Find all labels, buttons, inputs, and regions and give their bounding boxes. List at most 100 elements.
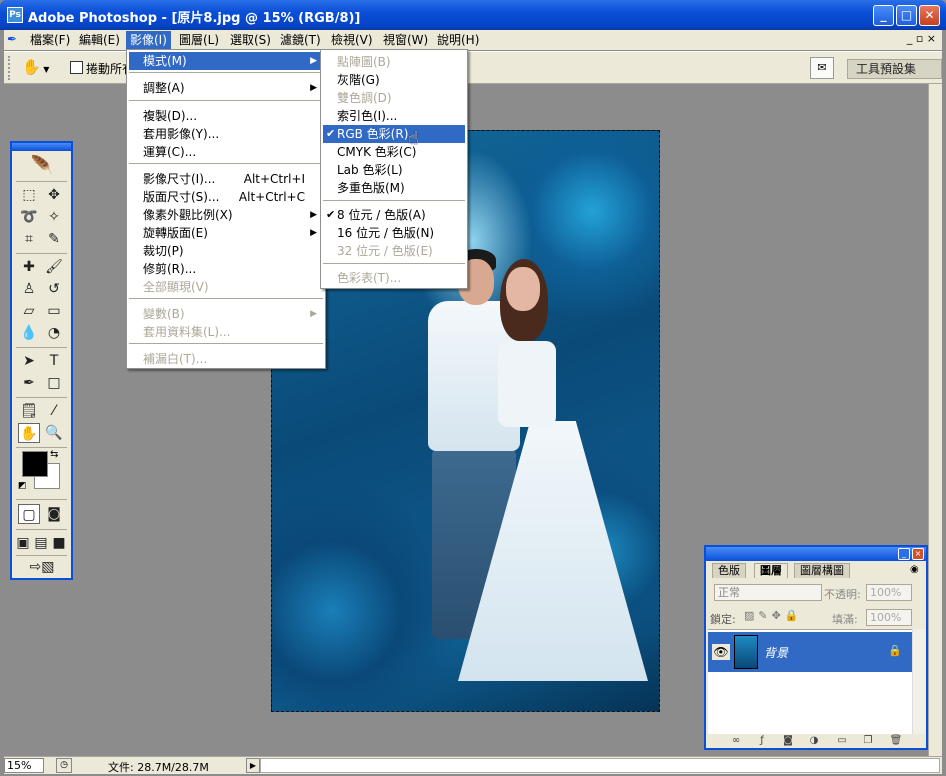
hand-icon[interactable]: ✋ ▼ (22, 58, 56, 78)
shape-tool-icon[interactable]: □ (43, 373, 65, 393)
tool-preset-picker-icon[interactable]: ✉ (810, 57, 834, 79)
swap-colors-icon[interactable]: ⇆ (50, 449, 58, 460)
dodge-tool-icon[interactable]: ◔ (43, 323, 65, 343)
history-brush-icon[interactable]: ↺ (43, 279, 65, 299)
screen-mode-full-icon[interactable]: ■ (50, 533, 68, 553)
panel-menu-icon[interactable]: ◉ (910, 564, 919, 575)
menu-item-trim[interactable]: 修剪(R)... (129, 260, 323, 278)
menu-item-variables[interactable]: 變數(B) ▶ (129, 305, 323, 323)
menu-item-reveal-all[interactable]: 全部顯現(V) (129, 278, 323, 296)
eyedropper-icon[interactable]: ⁄ (43, 401, 65, 421)
menu-layer[interactable]: 圖層(L) (175, 31, 223, 49)
menu-file[interactable]: 檔案(F) (26, 31, 74, 49)
eye-icon[interactable]: 👁 (712, 644, 730, 660)
menu-item-rotate-canvas[interactable]: 旋轉版面(E) ▶ (129, 224, 323, 242)
crop-tool-icon[interactable]: ⌗ (18, 229, 40, 249)
close-button[interactable]: ✕ (919, 5, 940, 26)
mode-grayscale[interactable]: 灰階(G) (323, 71, 465, 89)
menu-window[interactable]: 視窗(W) (379, 31, 432, 49)
mask-icon[interactable]: ◙ (780, 735, 796, 746)
menu-item-canvas-size[interactable]: 版面尺寸(S)... Alt+Ctrl+C (129, 188, 323, 206)
foreground-color-swatch[interactable] (22, 451, 48, 477)
move-tool-icon[interactable]: ✥ (43, 185, 65, 205)
tab-channels[interactable]: 色版 (712, 563, 746, 578)
toolbox-title-bar[interactable] (12, 143, 71, 151)
menu-edit[interactable]: 編輯(E) (75, 31, 124, 49)
zoom-tool-icon[interactable]: 🔍 (43, 423, 65, 443)
blur-tool-icon[interactable]: 💧 (18, 323, 40, 343)
adjustment-icon[interactable]: ◑ (806, 735, 822, 746)
lock-options-icons[interactable]: ▨✎✥🔒 (744, 609, 803, 622)
menu-item-duplicate[interactable]: 複製(D)... (129, 107, 323, 125)
menu-help[interactable]: 說明(H) (433, 31, 483, 49)
panel-close-button[interactable]: × (912, 548, 924, 560)
zoom-field[interactable]: 15% (4, 758, 44, 773)
default-colors-icon[interactable]: ◩ (18, 481, 27, 491)
menu-item-mode[interactable]: 模式(M) ▶ (129, 52, 323, 70)
feather-logo-icon[interactable]: 🪶 (20, 155, 64, 177)
mode-multichannel[interactable]: 多重色版(M) (323, 179, 465, 197)
opacity-field[interactable]: 100% (866, 584, 912, 601)
menu-item-crop[interactable]: 裁切(P) (129, 242, 323, 260)
mode-indexed-color[interactable]: 索引色(I)... (323, 107, 465, 125)
type-tool-icon[interactable]: T (43, 351, 65, 371)
brush-tool-icon[interactable]: 🖌 (43, 257, 65, 277)
minimize-button[interactable]: _ (873, 5, 894, 26)
pen-tool-icon[interactable]: ✒ (18, 373, 40, 393)
clone-stamp-icon[interactable]: ♙ (18, 279, 40, 299)
status-menu-arrow-icon[interactable]: ▶ (246, 758, 260, 773)
healing-brush-icon[interactable]: ✚ (18, 257, 40, 277)
mode-lab-color[interactable]: Lab 色彩(L) (323, 161, 465, 179)
menu-item-pixel-aspect-ratio[interactable]: 像素外觀比例(X) ▶ (129, 206, 323, 224)
slice-tool-icon[interactable]: ✎ (43, 229, 65, 249)
quick-mask-icon[interactable]: ◙ (43, 504, 65, 524)
mode-cmyk-color[interactable]: CMYK 色彩(C) (323, 143, 465, 161)
menu-item-apply-image[interactable]: 套用影像(Y)... (129, 125, 323, 143)
menu-view[interactable]: 檢視(V) (327, 31, 377, 49)
marquee-tool-icon[interactable]: ⬚ (18, 185, 40, 205)
notes-tool-icon[interactable]: 🗒 (18, 401, 40, 421)
menu-item-apply-data-set[interactable]: 套用資料集(L)... (129, 323, 323, 341)
tool-presets-tab[interactable]: 工具預設集 (847, 59, 942, 79)
menu-item-image-size[interactable]: 影像尺寸(I)... Alt+Ctrl+I (129, 170, 323, 188)
tab-layer-comps[interactable]: 圖層構圖 (794, 563, 850, 578)
menu-filter[interactable]: 濾鏡(T) (276, 31, 325, 49)
mode-16-bit[interactable]: 16 位元 / 色版(N) (323, 224, 465, 242)
status-info-icon[interactable]: ◷ (56, 758, 72, 773)
mode-bitmap[interactable]: 點陣圖(B) (323, 53, 465, 71)
scroll-all-windows-checkbox[interactable] (70, 61, 83, 74)
mode-color-table[interactable]: 色彩表(T)... (323, 269, 465, 287)
tab-layers[interactable]: 圖層 (754, 563, 788, 578)
standard-mode-icon[interactable]: ▢ (18, 504, 40, 524)
lasso-tool-icon[interactable]: ➰ (18, 207, 40, 227)
menu-item-adjustments[interactable]: 調整(A) ▶ (129, 79, 323, 97)
layer-row-background[interactable]: 👁 背景 🔒 (708, 632, 912, 672)
fill-field[interactable]: 100% (866, 609, 912, 626)
mode-8-bit[interactable]: ✔ 8 位元 / 色版(A) (323, 206, 465, 224)
horizontal-scrollbar[interactable] (260, 758, 940, 773)
menu-select[interactable]: 選取(S) (226, 31, 275, 49)
document-window-controls[interactable]: _ ▫ × (907, 32, 936, 45)
layers-panel-title-bar[interactable]: _ × (706, 547, 926, 561)
trash-icon[interactable]: 🗑 (888, 735, 904, 746)
gradient-tool-icon[interactable]: ▭ (43, 301, 65, 321)
hand-tool-icon[interactable]: ✋ (18, 423, 40, 443)
fx-icon[interactable]: ƒ (754, 735, 770, 746)
panel-minimize-button[interactable]: _ (898, 548, 910, 560)
menu-image[interactable]: 影像(I) (126, 31, 171, 49)
mode-rgb-color[interactable]: ✔ RGB 色彩(R) (323, 125, 465, 143)
layer-list-scrollbar[interactable] (912, 629, 926, 734)
photoshop-feather-icon[interactable]: ✒ (7, 32, 17, 46)
layer-name[interactable]: 背景 (764, 644, 788, 661)
folder-icon[interactable]: ▭ (834, 735, 850, 746)
new-layer-icon[interactable]: ❐ (860, 735, 876, 746)
jump-to-imageready-icon[interactable]: ⇨▧ (26, 557, 58, 577)
options-grip[interactable] (8, 56, 12, 80)
menu-item-trap[interactable]: 補漏白(T)... (129, 350, 323, 368)
magic-wand-icon[interactable]: ✧ (43, 207, 65, 227)
workspace-scrollbar[interactable] (928, 84, 942, 756)
menu-item-calculations[interactable]: 運算(C)... (129, 143, 323, 161)
screen-mode-full-menu-icon[interactable]: ▤ (32, 533, 50, 553)
mode-duotone[interactable]: 雙色調(D) (323, 89, 465, 107)
photoshop-app-icon[interactable]: Ps (7, 7, 23, 23)
